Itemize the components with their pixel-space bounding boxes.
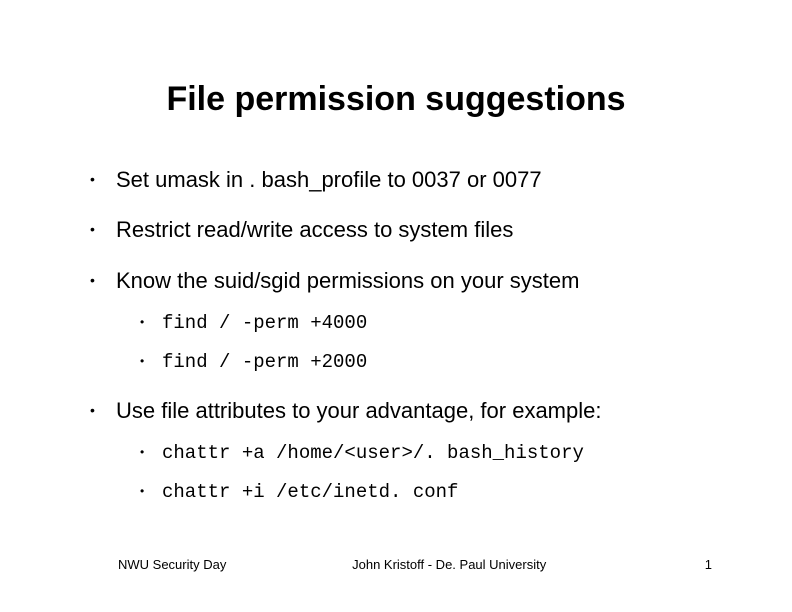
sub-bullet-item: find / -perm +4000 <box>138 312 712 335</box>
footer-left: NWU Security Day <box>118 557 226 572</box>
bullet-item: Know the suid/sgid permissions on your s… <box>84 268 712 374</box>
sub-bullet-item: chattr +i /etc/inetd. conf <box>138 481 712 504</box>
code-text: chattr +a /home/<user>/. bash_history <box>162 442 584 464</box>
bullet-item: Restrict read/write access to system fil… <box>84 217 712 243</box>
bullet-text: Know the suid/sgid permissions on your s… <box>116 268 579 293</box>
slide-footer: NWU Security Day John Kristoff - De. Pau… <box>0 557 792 572</box>
code-text: find / -perm +2000 <box>162 351 367 373</box>
slide: File permission suggestions Set umask in… <box>0 0 792 612</box>
bullet-item: Use file attributes to your advantage, f… <box>84 398 712 504</box>
bullet-text: Set umask in . bash_profile to 0037 or 0… <box>116 167 542 192</box>
code-text: find / -perm +4000 <box>162 312 367 334</box>
footer-center: John Kristoff - De. Paul University <box>226 557 672 572</box>
sub-bullet-item: find / -perm +2000 <box>138 351 712 374</box>
bullet-text: Use file attributes to your advantage, f… <box>116 398 601 423</box>
sub-bullet-list: chattr +a /home/<user>/. bash_history ch… <box>116 442 712 504</box>
bullet-item: Set umask in . bash_profile to 0037 or 0… <box>84 167 712 193</box>
page-number: 1 <box>672 557 712 572</box>
sub-bullet-item: chattr +a /home/<user>/. bash_history <box>138 442 712 465</box>
bullet-text: Restrict read/write access to system fil… <box>116 217 513 242</box>
code-text: chattr +i /etc/inetd. conf <box>162 481 458 503</box>
slide-title: File permission suggestions <box>80 80 712 119</box>
sub-bullet-list: find / -perm +4000 find / -perm +2000 <box>116 312 712 374</box>
bullet-list: Set umask in . bash_profile to 0037 or 0… <box>80 167 712 504</box>
